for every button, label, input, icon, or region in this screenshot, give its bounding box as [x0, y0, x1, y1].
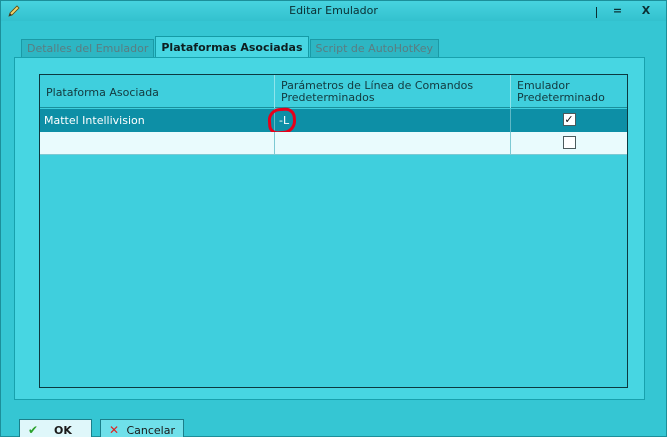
close-icon: ✕ [109, 423, 120, 437]
window-controls: = X [586, 1, 664, 19]
tab-strip: Detalles del Emulador Plataformas Asocia… [21, 36, 440, 59]
default-emulator-checkbox[interactable]: ✓ [562, 113, 576, 126]
table-row[interactable] [40, 132, 627, 155]
platforms-grid: Plataforma Asociada Parámetros de Línea … [39, 74, 628, 388]
platform-cell[interactable] [40, 132, 275, 155]
checkmark-icon: ✔ [28, 423, 39, 437]
params-cell[interactable]: -L [267, 107, 511, 135]
checkmark-icon: ✓ [564, 113, 574, 126]
default-cell: ✓ [511, 109, 627, 132]
close-button[interactable]: X [628, 1, 664, 19]
grid-header: Plataforma Asociada Parámetros de Línea … [40, 75, 627, 108]
params-cell[interactable] [275, 132, 511, 155]
default-cell [511, 132, 627, 155]
column-header-params[interactable]: Parámetros de Línea de Comandos Predeter… [275, 75, 511, 108]
platform-cell[interactable]: Mattel Intellivision [40, 109, 275, 132]
minimize-button[interactable] [586, 1, 607, 19]
tab-plataformas-asociadas[interactable]: Plataformas Asociadas [155, 36, 309, 59]
minimize-icon [596, 6, 597, 18]
cancel-label: Cancelar [126, 423, 175, 437]
ok-label: OK [54, 423, 72, 437]
title-bar: Editar Emulador = X [1, 1, 666, 21]
table-row[interactable]: Mattel Intellivision -L ✓ [40, 107, 627, 135]
window-title: Editar Emulador [289, 4, 378, 17]
maximize-button[interactable]: = [607, 1, 628, 19]
tab-script-de-autohotkey[interactable]: Script de AutoHotKey [309, 39, 439, 58]
tab-panel-plataformas-asociadas: Plataforma Asociada Parámetros de Línea … [14, 57, 645, 400]
column-header-default[interactable]: Emulador Predeterminado [511, 75, 627, 108]
column-header-platform[interactable]: Plataforma Asociada [40, 75, 275, 108]
red-circle-annotation [267, 107, 297, 135]
tab-detalles-del-emulador[interactable]: Detalles del Emulador [21, 39, 155, 58]
default-emulator-checkbox[interactable] [562, 136, 576, 149]
cancel-button[interactable]: ✕ Cancelar [100, 419, 184, 437]
ok-button[interactable]: ✔ OK [19, 419, 92, 437]
editar-emulador-window: Editar Emulador = X Detalles del Emulado… [0, 0, 667, 437]
